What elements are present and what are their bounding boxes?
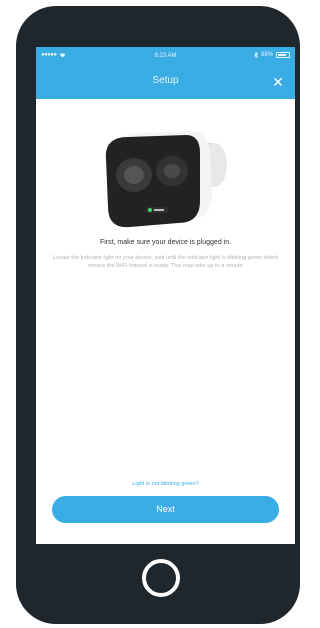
- battery-icon: [276, 52, 290, 58]
- status-bar: ●●●●● 8:23 AM 88%: [36, 47, 295, 65]
- camera-image: [105, 131, 227, 228]
- app-screen: ●●●●● 8:23 AM 88% Setup ✕ First, make su…: [36, 47, 295, 544]
- status-right: 88%: [254, 52, 290, 58]
- home-button[interactable]: [142, 559, 180, 597]
- close-icon[interactable]: ✕: [269, 73, 287, 91]
- headline: First, make sure your device is plugged …: [99, 239, 232, 246]
- page-title: Setup: [152, 75, 179, 86]
- bluetooth-icon: [254, 52, 258, 58]
- next-button[interactable]: Next: [52, 496, 279, 523]
- battery-percent: 88%: [260, 52, 273, 58]
- description: Locate the indicator light on your devic…: [52, 255, 279, 269]
- help-link[interactable]: Light is not blinking green?: [36, 481, 295, 487]
- nav-bar: Setup ✕: [36, 65, 295, 99]
